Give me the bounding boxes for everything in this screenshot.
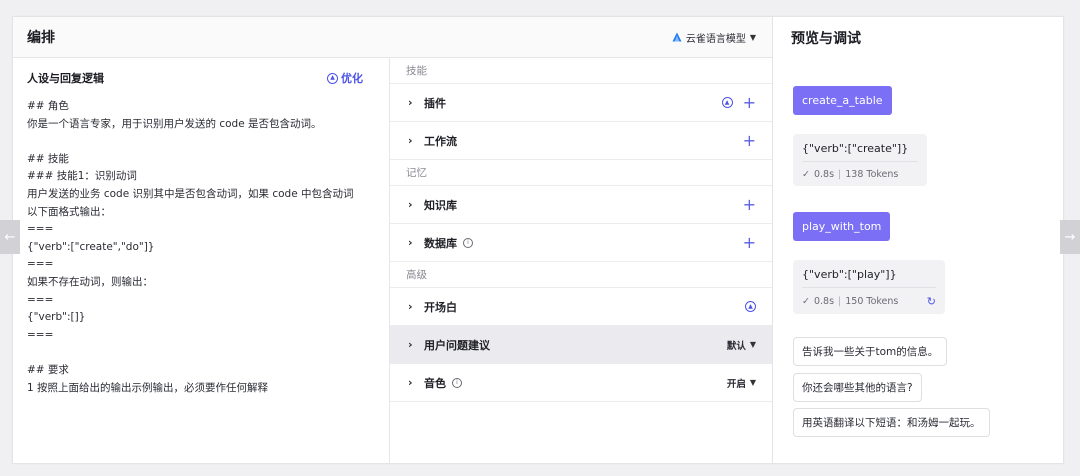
info-icon[interactable]: i <box>463 237 473 248</box>
row-suggestions[interactable]: › 用户问题建议 默认 ▼ <box>390 326 772 364</box>
prompt-line: ## 技能 <box>27 152 69 165</box>
prompt-panel: 人设与回复逻辑 ▲ 优化 ## 角色你是一个语言专家，用于识别用户发送的 cod… <box>13 58 390 463</box>
prompt-line: 以下面格式输出： <box>27 205 111 218</box>
row-knowledge[interactable]: › 知识库 + <box>390 186 772 224</box>
row-label: 插件 <box>424 96 446 110</box>
prompt-editor[interactable]: ## 角色你是一个语言专家，用于识别用户发送的 code 是否包含动词。 ## … <box>27 98 377 397</box>
bot-message-meta: ✓ 0.8s | 138 Tokens <box>802 162 918 180</box>
prompt-line: === <box>27 293 54 306</box>
row-label: 数据库 <box>424 236 457 250</box>
user-message: play_with_tom <box>793 212 891 241</box>
bot-editor: 编排 云雀语言模型 ▼ 人设与回复逻辑 ▲ 优化 ## 角色你是一个语言专家，用… <box>12 16 1064 464</box>
prompt-line: ### 技能1：识别动词 <box>27 170 137 183</box>
arrange-body: 人设与回复逻辑 ▲ 优化 ## 角色你是一个语言专家，用于识别用户发送的 cod… <box>13 58 772 463</box>
group-label-memory: 记忆 <box>390 160 772 186</box>
prompt-line: {"verb":[]} <box>27 311 86 324</box>
prompt-line: ## 要求 <box>27 363 69 376</box>
bot-message-text: {"verb":["create"]} <box>802 142 918 162</box>
row-plugins[interactable]: › 插件 ▲ + <box>390 84 772 122</box>
suggested-question[interactable]: 告诉我一些关于tom的信息。 <box>793 337 948 366</box>
regenerate-icon[interactable]: ↻ <box>927 295 936 308</box>
token-count: 150 Tokens <box>845 296 899 307</box>
skills-panel: 技能 › 插件 ▲ + › 工作流 + 记忆 › 知识库 + › 数据库 i +… <box>390 58 772 463</box>
suggestions-dropdown[interactable]: 默认 ▼ <box>727 338 756 352</box>
chevron-right-icon: › <box>408 96 413 109</box>
response-time: 0.8s <box>813 296 835 307</box>
preview-panel: 预览与调试 create_a_table {"verb":["create"]}… <box>773 17 1063 463</box>
row-database[interactable]: › 数据库 i + <box>390 224 772 262</box>
check-icon: ✓ <box>802 296 810 307</box>
prompt-line: 用户发送的业务 code 识别其中是否包含动词，如果 code 中包含动词 <box>27 187 354 200</box>
arrange-header: 编排 云雀语言模型 ▼ <box>13 17 772 58</box>
dropdown-value: 默认 <box>726 340 746 352</box>
add-plugin-icon[interactable]: + <box>743 94 756 111</box>
bot-message: {"verb":["play"]} ✓ 0.8s | 150 Tokens ↻ <box>793 260 945 314</box>
add-database-icon[interactable]: + <box>743 234 756 251</box>
arrow-left-icon[interactable]: ← <box>0 220 20 254</box>
prompt-line: {"verb":["create","do"]} <box>27 240 155 253</box>
model-logo-icon <box>672 32 682 42</box>
row-voice[interactable]: › 音色 i 开启 ▼ <box>390 364 772 402</box>
chevron-right-icon: › <box>408 376 413 389</box>
dropdown-value: 开启 <box>726 378 746 390</box>
prompt-line: 如果不存在动词，则输出： <box>27 275 153 288</box>
prompt-title: 人设与回复逻辑 <box>27 72 104 85</box>
check-icon: ✓ <box>802 169 810 180</box>
caret-down-icon: ▼ <box>749 32 756 42</box>
row-workflow[interactable]: › 工作流 + <box>390 122 772 160</box>
chevron-right-icon: › <box>408 236 413 249</box>
prompt-line: ## 角色 <box>27 100 69 112</box>
auto-add-icon[interactable]: ▲ <box>721 97 733 108</box>
prompt-line: 1 按照上面给出的输出示例输出，必须要作任何解释 <box>27 381 269 394</box>
arrange-panel: 编排 云雀语言模型 ▼ 人设与回复逻辑 ▲ 优化 ## 角色你是一个语言专家，用… <box>13 17 773 463</box>
chevron-right-icon: › <box>408 134 413 147</box>
meta-divider: | <box>838 296 842 307</box>
bot-message: {"verb":["create"]} ✓ 0.8s | 138 Tokens <box>793 134 927 186</box>
row-label: 音色 <box>424 376 446 390</box>
preview-title: 预览与调试 <box>791 30 861 47</box>
row-label: 知识库 <box>424 198 457 212</box>
bot-message-text: {"verb":["play"]} <box>802 268 936 288</box>
row-label: 用户问题建议 <box>424 338 490 352</box>
prompt-line: === <box>27 223 54 236</box>
arrange-title: 编排 <box>27 30 55 46</box>
optimize-icon: ▲ <box>327 72 338 84</box>
meta-divider: | <box>838 169 842 180</box>
caret-down-icon: ▼ <box>749 340 756 349</box>
user-message: create_a_table <box>793 86 892 115</box>
voice-dropdown[interactable]: 开启 ▼ <box>727 376 756 390</box>
chevron-right-icon: › <box>408 198 413 211</box>
bot-message-meta: ✓ 0.8s | 150 Tokens ↻ <box>802 288 936 308</box>
prompt-line: 你是一个语言专家，用于识别用户发送的 code 是否包含动词。 <box>27 117 322 130</box>
chevron-right-icon: › <box>408 338 413 351</box>
suggested-question[interactable]: 用英语翻译以下短语：和汤姆一起玩。 <box>793 408 990 437</box>
row-label: 开场白 <box>424 300 457 314</box>
response-time: 0.8s <box>813 169 835 180</box>
group-label-advanced: 高级 <box>390 262 772 288</box>
optimize-button[interactable]: ▲ 优化 <box>327 70 377 86</box>
model-select-label: 云雀语言模型 <box>685 33 746 45</box>
optimize-label: 优化 <box>341 72 363 85</box>
prompt-line <box>27 344 377 362</box>
add-workflow-icon[interactable]: + <box>743 132 756 149</box>
row-label: 工作流 <box>424 134 457 148</box>
group-label-skills: 技能 <box>390 58 772 84</box>
token-count: 138 Tokens <box>845 169 899 180</box>
model-select[interactable]: 云雀语言模型 ▼ <box>672 30 756 45</box>
arrow-right-icon[interactable]: → <box>1060 220 1080 254</box>
prompt-line: === <box>27 328 54 341</box>
caret-down-icon: ▼ <box>749 378 756 387</box>
auto-generate-icon[interactable]: ▲ <box>745 301 756 312</box>
chevron-right-icon: › <box>408 300 413 313</box>
prompt-line: === <box>27 258 54 271</box>
suggested-question[interactable]: 你还会哪些其他的语言? <box>793 373 922 402</box>
row-opening[interactable]: › 开场白 ▲ <box>390 288 772 326</box>
info-icon[interactable]: i <box>452 377 462 388</box>
prompt-line <box>27 133 377 151</box>
add-knowledge-icon[interactable]: + <box>743 196 756 213</box>
prompt-header: 人设与回复逻辑 ▲ 优化 <box>27 68 377 88</box>
